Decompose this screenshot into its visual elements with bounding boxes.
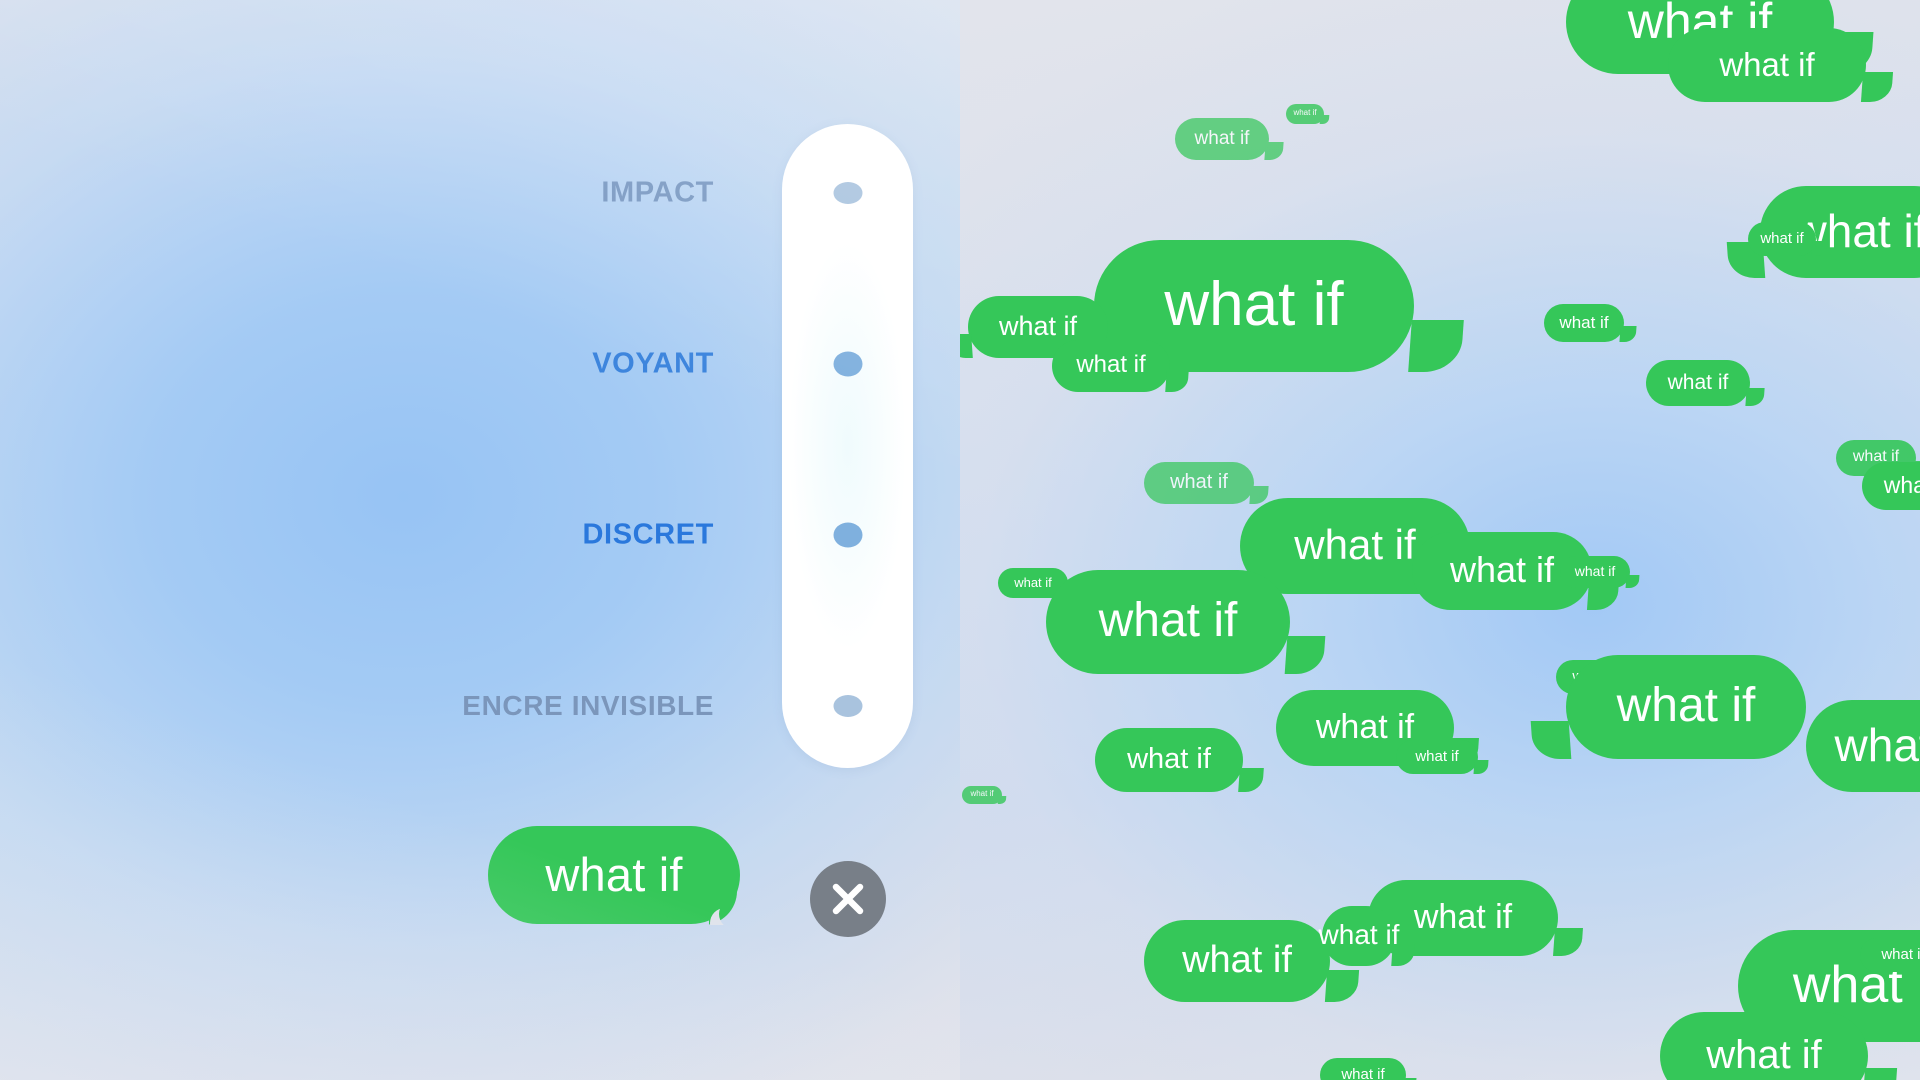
bubble-text: what if [1076,351,1146,378]
bubble-text: what if [1559,312,1609,332]
bubble-text: what if [1881,945,1920,963]
message-bubble: what if [1668,28,1866,102]
message-bubble: what if [1806,700,1920,792]
bubble-text: what if [1194,127,1250,149]
bubble-text: what if [1760,229,1804,247]
effect-dot-encre-invisible[interactable] [833,695,862,717]
bubble-text: what if [1318,919,1400,950]
bubble-text: what if [1170,471,1228,493]
message-bubble: what if [1319,906,1399,966]
bubble-text: what if [1014,574,1052,590]
message-bubble: what if [1862,462,1920,510]
bubble-text: what if [1164,270,1344,339]
bubble-text: what if [1182,939,1292,981]
effect-label-impact[interactable]: IMPACT [601,177,714,210]
message-bubble: what if [1144,920,1330,1002]
effect-picker-panel: IMPACT VOYANT DISCRET ENCRE INVISIBLE wh… [0,0,960,1080]
bubble-text: what if [1449,549,1555,590]
bubble-text: what if [1293,108,1317,117]
message-bubble: what if [1144,462,1254,504]
bubble-text: what if [998,310,1078,341]
effect-label-discret[interactable]: DISCRET [583,519,715,552]
bubble-text: what if [1834,719,1920,771]
effect-dot-impact[interactable] [833,182,862,204]
bubble-text: what if [1294,521,1416,568]
close-button[interactable] [810,861,886,937]
preview-bubble-text: what if [545,847,683,901]
message-bubble: what if [962,786,1002,804]
preview-message-bubble[interactable]: what if [488,826,740,925]
message-bubble: what if [1175,118,1269,160]
bubble-text: what if [1706,1033,1822,1077]
bubble-text: what if [1098,594,1238,647]
message-bubble: what if [1748,222,1816,256]
bubble-text: what if [1667,370,1729,394]
message-bubble: what if [1646,360,1750,406]
message-bubble: what if [1320,1058,1406,1080]
effect-label-encre-invisible[interactable]: ENCRE INVISIBLE [462,690,714,722]
bubble-text: what if [1616,679,1756,732]
message-bubble: what if [1566,655,1806,759]
bubble-text: what if [1574,563,1616,579]
message-bubble: what if [1095,728,1243,792]
bubble-text: what if [1413,898,1513,936]
effect-preview-panel: what if what if what if what if what if what … [960,0,1920,1080]
close-x-icon [832,883,864,915]
bubble-text: what if [970,789,994,798]
bubble-text: what if [1315,708,1415,746]
effect-dot-discret[interactable] [833,522,862,548]
screen-root: IMPACT VOYANT DISCRET ENCRE INVISIBLE wh… [0,0,1920,1080]
message-bubble: what if [1544,304,1624,342]
message-bubble: what if [1860,938,1920,972]
bubble-tail [709,885,751,925]
effect-selector-pill[interactable] [782,124,913,768]
message-bubble: what if [1560,556,1630,588]
effect-label-voyant[interactable]: VOYANT [592,348,714,381]
bubble-text: what if [1883,471,1920,498]
bubble-text: what if [1127,742,1211,775]
message-bubble: what if [1396,740,1478,774]
bubble-text: what if [1719,45,1815,83]
message-bubble: what if [1046,570,1290,674]
message-bubble: what if [1660,1012,1868,1080]
message-bubble: what if [1286,104,1324,124]
message-bubble: what if [1052,340,1170,392]
effect-dot-voyant[interactable] [833,351,862,377]
bubble-text: what if [1415,747,1459,765]
bubble-text: what if [1341,1065,1385,1080]
